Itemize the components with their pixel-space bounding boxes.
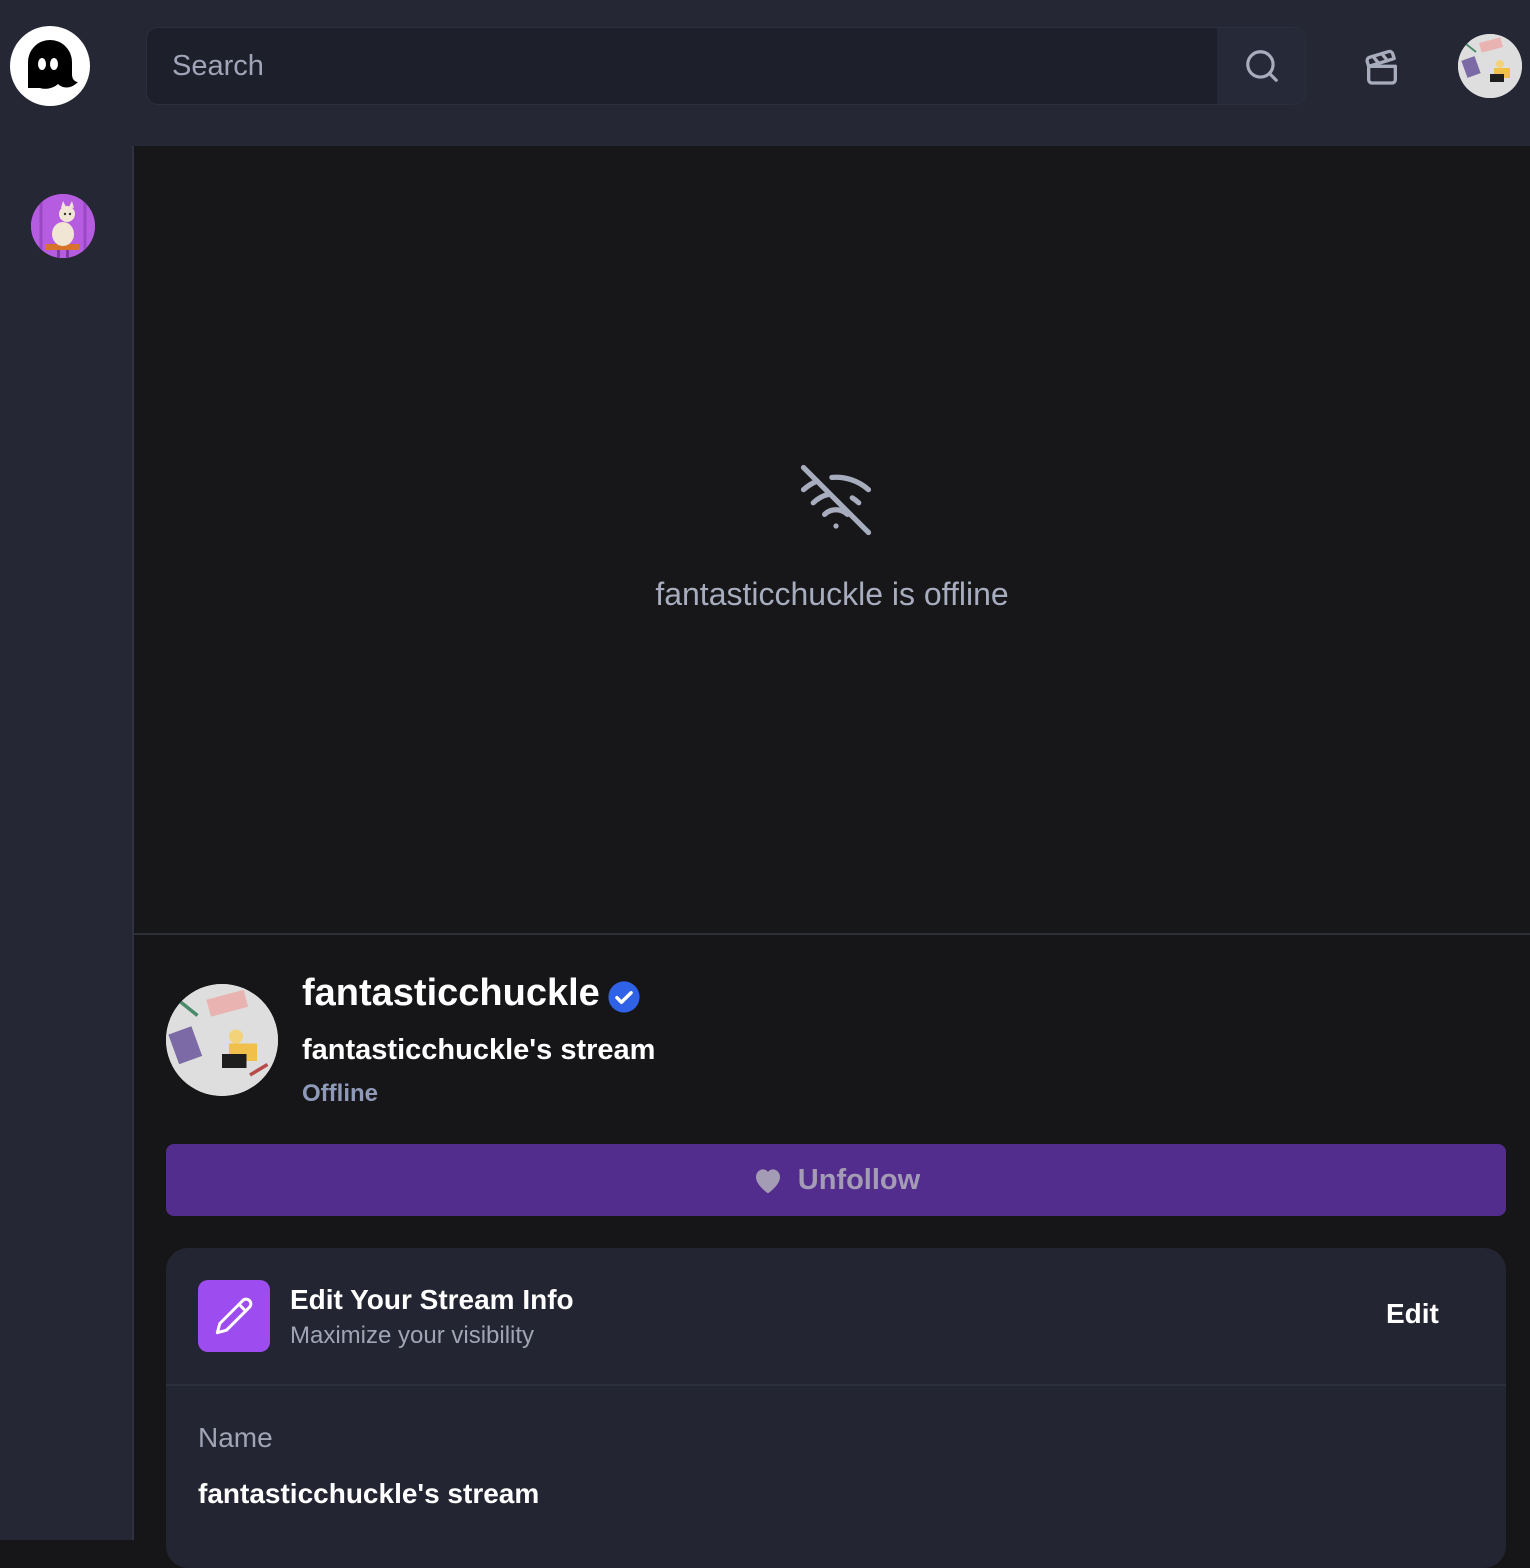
stream-info-card: Edit Your Stream Info Maximize your visi… xyxy=(166,1248,1506,1568)
field-label-name: Name xyxy=(198,1422,273,1453)
stream-title: fantasticchuckle's stream xyxy=(302,1034,656,1066)
offline-message: fantasticchuckle is offline xyxy=(655,576,1009,612)
clapperboard-icon[interactable] xyxy=(1356,42,1408,94)
channel-name[interactable]: fantasticchuckle xyxy=(302,972,600,1015)
field-value-name: fantasticchuckle's stream xyxy=(198,1478,540,1509)
search-button[interactable] xyxy=(1217,28,1305,104)
unfollow-label: Unfollow xyxy=(797,1163,921,1196)
ghost-logo-icon[interactable] xyxy=(10,26,90,106)
wifi-off-icon xyxy=(797,461,875,539)
sidebar-followed-channel-avatar[interactable] xyxy=(31,194,95,258)
verified-check-icon xyxy=(607,980,641,1014)
search-input[interactable] xyxy=(147,28,1217,104)
sidebar xyxy=(0,146,134,1540)
search-icon xyxy=(1246,50,1278,82)
search-bar xyxy=(146,27,1306,105)
divider xyxy=(166,1384,1506,1386)
card-title: Edit Your Stream Info xyxy=(290,1284,574,1315)
card-subtitle: Maximize your visibility xyxy=(290,1322,535,1349)
top-bar xyxy=(0,0,1530,146)
pencil-icon xyxy=(198,1280,270,1352)
unfollow-button[interactable]: Unfollow xyxy=(166,1144,1506,1216)
heart-icon xyxy=(755,1169,780,1194)
channel-avatar[interactable] xyxy=(166,984,278,1096)
video-player[interactable] xyxy=(134,146,1530,935)
status-badge: Offline xyxy=(302,1080,378,1107)
user-avatar[interactable] xyxy=(1458,34,1522,98)
edit-button[interactable]: Edit xyxy=(1386,1298,1439,1330)
